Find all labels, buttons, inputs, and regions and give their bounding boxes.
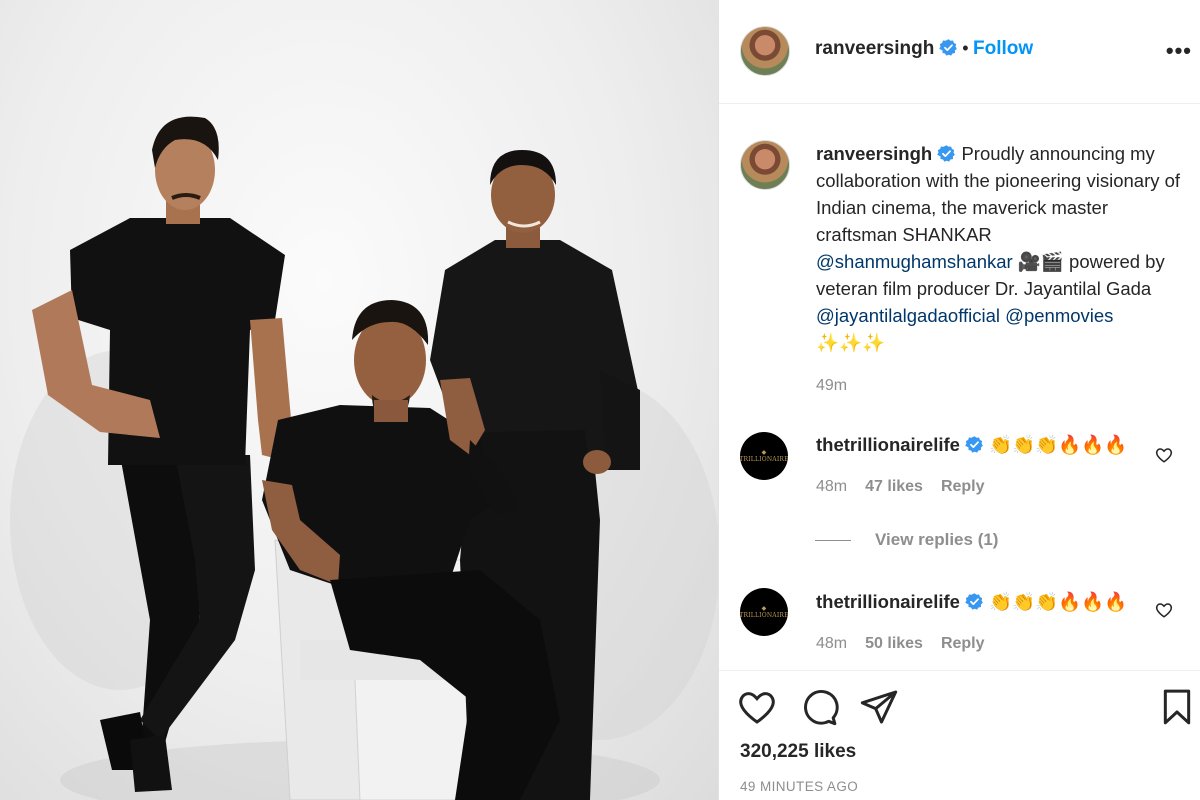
more-options-icon[interactable]: ••• bbox=[1166, 38, 1192, 64]
comment-line: thetrillionairelife 👏👏👏🔥🔥🔥 bbox=[816, 434, 1146, 456]
comment-likes[interactable]: 47 likes bbox=[865, 478, 923, 496]
like-heart-icon[interactable] bbox=[737, 687, 777, 727]
post-header: ranveersingh • Follow ••• bbox=[719, 0, 1200, 104]
caption-username[interactable]: ranveersingh bbox=[816, 143, 932, 164]
view-replies-label: View replies (1) bbox=[875, 530, 999, 549]
follow-button[interactable]: Follow bbox=[973, 38, 1033, 59]
save-bookmark-icon[interactable] bbox=[1157, 687, 1197, 727]
verified-badge-icon bbox=[937, 145, 956, 162]
share-paper-plane-icon[interactable] bbox=[859, 687, 899, 727]
comment-likes[interactable]: 50 likes bbox=[865, 635, 923, 653]
comment-reply-button[interactable]: Reply bbox=[941, 478, 985, 496]
post-timestamp[interactable]: 49 MINUTES AGO bbox=[740, 779, 858, 794]
caption-author-avatar[interactable] bbox=[740, 140, 790, 190]
trillionaire-logo: ◆ TRILLIONAIRE bbox=[740, 449, 788, 463]
comment-text: 👏👏👏🔥🔥🔥 bbox=[989, 434, 1128, 455]
author-avatar[interactable] bbox=[740, 26, 790, 76]
comment-like-heart-icon[interactable] bbox=[1155, 601, 1173, 619]
comment-line: thetrillionairelife 👏👏👏🔥🔥🔥 bbox=[816, 591, 1146, 613]
comment-username[interactable]: thetrillionairelife bbox=[816, 591, 960, 612]
comment-bubble-icon[interactable] bbox=[799, 687, 839, 727]
comment-meta: 48m 47 likes Reply bbox=[816, 478, 1146, 496]
post-caption: ranveersingh Proudly announcing my colla… bbox=[816, 140, 1186, 399]
caption-mention-shankar[interactable]: @shanmughamshankar bbox=[816, 251, 1013, 272]
author-line: ranveersingh • Follow bbox=[815, 38, 1033, 60]
comment-reply-button[interactable]: Reply bbox=[941, 635, 985, 653]
verified-badge-icon bbox=[939, 39, 957, 56]
trillionaire-logo: ◆ TRILLIONAIRE bbox=[740, 605, 788, 619]
comment-avatar[interactable]: ◆ TRILLIONAIRE bbox=[740, 588, 788, 636]
comment-text: 👏👏👏🔥🔥🔥 bbox=[989, 591, 1128, 612]
post-actions: 320,225 likes 49 MINUTES AGO bbox=[719, 670, 1200, 800]
verified-badge-icon bbox=[965, 436, 983, 453]
caption-text-4: ✨✨✨ bbox=[816, 332, 886, 353]
post-photo[interactable] bbox=[0, 0, 718, 800]
comment-avatar[interactable]: ◆ TRILLIONAIRE bbox=[740, 432, 788, 480]
comment-item: thetrillionairelife 👏👏👏🔥🔥🔥 48m 50 likes … bbox=[816, 591, 1146, 653]
comment-like-heart-icon[interactable] bbox=[1155, 446, 1173, 464]
follow-separator: • bbox=[962, 38, 969, 58]
caption-mention-penmovies[interactable]: @penmovies bbox=[1005, 305, 1113, 326]
caption-timestamp[interactable]: 49m bbox=[816, 372, 1186, 399]
caption-mention-gada[interactable]: @jayantilalgadaofficial bbox=[816, 305, 1000, 326]
author-username[interactable]: ranveersingh bbox=[815, 38, 934, 59]
verified-badge-icon bbox=[965, 593, 983, 610]
comment-time[interactable]: 48m bbox=[816, 478, 847, 496]
post-photo-illustration bbox=[10, 116, 718, 800]
post-side-panel: ranveersingh • Follow ••• ranveersingh P… bbox=[719, 0, 1200, 800]
post-likes-count[interactable]: 320,225 likes bbox=[740, 741, 856, 763]
view-replies-button[interactable]: View replies (1) bbox=[815, 530, 998, 550]
comment-item: thetrillionairelife 👏👏👏🔥🔥🔥 48m 47 likes … bbox=[816, 434, 1146, 496]
comment-time[interactable]: 48m bbox=[816, 635, 847, 653]
view-replies-line bbox=[815, 539, 851, 541]
comment-username[interactable]: thetrillionairelife bbox=[816, 434, 960, 455]
comment-meta: 48m 50 likes Reply bbox=[816, 635, 1146, 653]
